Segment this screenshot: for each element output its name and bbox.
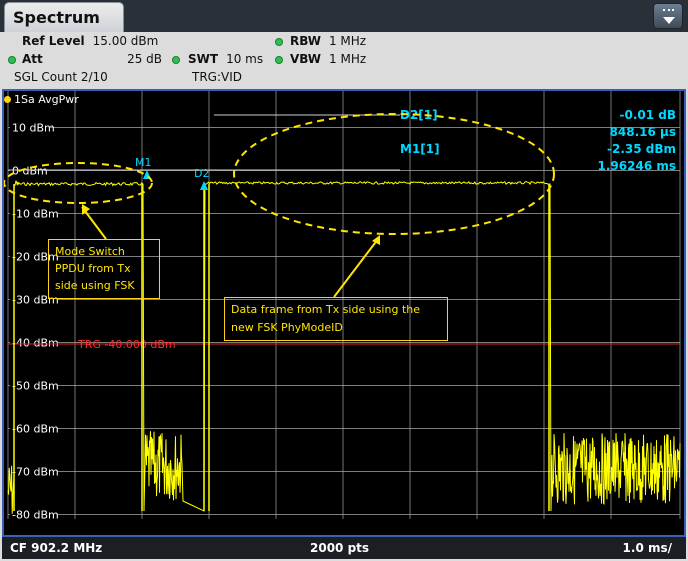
- marker-d2-icon[interactable]: [200, 181, 208, 190]
- trigger-label: TRG -40.000 dBm: [77, 338, 176, 351]
- trace-label-text: 1Sa AvgPwr: [14, 93, 79, 106]
- y-axis-label: -80 dBm: [12, 509, 59, 522]
- tab-spectrum[interactable]: Spectrum: [4, 2, 124, 32]
- rbw-value: 1 MHz: [328, 34, 367, 48]
- att-value: 25 dB: [127, 52, 162, 66]
- ref-level-value: 15.00 dBm: [92, 34, 159, 48]
- att-coupling-indicator: [8, 56, 16, 64]
- marker-m1-label: M1: [135, 156, 152, 169]
- tab-menu-button[interactable]: [653, 3, 683, 29]
- swt-setting[interactable]: SWT 10 ms: [188, 52, 263, 68]
- marker-table-m1-name: M1[1]: [400, 142, 440, 156]
- ref-level-label: Ref Level: [22, 34, 85, 48]
- data-frame-arrowhead-icon: [372, 235, 380, 245]
- marker-d2-label: D2: [194, 167, 209, 180]
- data-frame-highlight: [233, 113, 555, 235]
- swt-value: 10 ms: [226, 52, 264, 66]
- sweep-points: 2000 pts: [310, 541, 370, 555]
- status-bar: CF 902.2 MHz 2000 pts 1.0 ms/: [2, 537, 686, 559]
- menu-dots-icon: [663, 9, 674, 14]
- data-frame-arrow: [333, 238, 379, 298]
- center-frequency: CF 902.2 MHz: [10, 541, 103, 555]
- marker-table-m1-value: -2.35 dBm: [607, 142, 676, 156]
- spectrum-plot[interactable]: 10 dBm 0 dBm -10 dBm -20 dBm -30 dBm -40 dBm -…: [2, 89, 686, 558]
- swt-label: SWT: [188, 52, 219, 66]
- time-scale: 1.0 ms/: [622, 541, 672, 555]
- ref-level-setting[interactable]: Ref Level 15.00 dBm: [22, 34, 158, 50]
- marker-table-m1-time: 1.96246 ms: [598, 159, 676, 173]
- y-axis-label: 10 dBm: [12, 122, 55, 135]
- y-axis-label: -50 dBm: [12, 380, 59, 393]
- tab-spectrum-label: Spectrum: [13, 8, 100, 27]
- y-axis-label: -10 dBm: [12, 208, 59, 221]
- vbw-value: 1 MHz: [329, 52, 367, 66]
- sgl-count: SGL Count 2/10: [14, 70, 108, 84]
- marker-table-d2-value: -0.01 dB: [619, 108, 676, 122]
- analyzer-screen: Spectrum Ref Level 15.00 dBm Att 25 dB SW…: [0, 0, 688, 561]
- annotation-data-frame: Data frame from Tx side using the new FS…: [224, 297, 448, 341]
- att-label: Att: [22, 52, 43, 66]
- annotation-mode-switch: Mode Switch PPDU from Tx side using FSK: [48, 239, 160, 299]
- vbw-coupling-indicator: [275, 56, 283, 64]
- trace-color-dot-icon: [4, 96, 11, 103]
- tab-bar: Spectrum: [0, 0, 688, 32]
- y-axis-labels: 10 dBm0 dBm-10 dBm-20 dBm-30 dBm-40 dBm-…: [10, 119, 59, 522]
- y-axis-label: -70 dBm: [12, 466, 59, 479]
- y-axis-label: -40 dBm: [12, 337, 59, 350]
- trace-label: 1Sa AvgPwr: [4, 93, 79, 106]
- dropdown-arrow-icon: [663, 17, 675, 24]
- y-axis-label: -60 dBm: [12, 423, 59, 436]
- vbw-setting[interactable]: VBW 1 MHz: [290, 52, 366, 68]
- vbw-label: VBW: [290, 52, 322, 66]
- att-setting[interactable]: Att: [22, 52, 43, 68]
- rbw-setting[interactable]: RBW 1 MHz: [290, 34, 366, 50]
- rbw-label: RBW: [290, 34, 321, 48]
- swt-coupling-indicator: [172, 56, 180, 64]
- trigger-source: TRG:VID: [192, 70, 242, 84]
- rbw-coupling-indicator: [275, 38, 283, 46]
- marker-table-d2-time: 848.16 µs: [610, 125, 676, 139]
